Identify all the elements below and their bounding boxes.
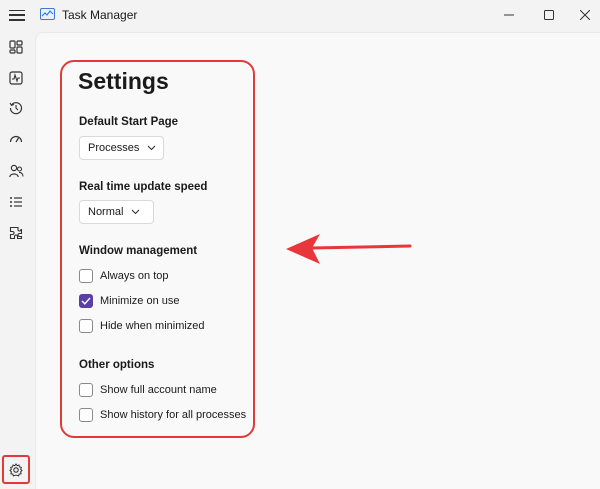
- users-icon: [8, 164, 24, 178]
- show-history-all-processes-option[interactable]: Show history for all processes: [79, 406, 246, 424]
- sidebar-item-details[interactable]: [6, 192, 26, 212]
- chevron-down-icon: [131, 209, 140, 215]
- always-on-top-label: Always on top: [100, 270, 169, 282]
- close-button[interactable]: [562, 0, 600, 30]
- always-on-top-option[interactable]: Always on top: [79, 267, 168, 285]
- update-speed-dropdown[interactable]: Normal: [79, 200, 154, 224]
- show-history-all-processes-label: Show history for all processes: [100, 409, 247, 421]
- sidebar-item-settings[interactable]: [2, 455, 30, 484]
- sidebar-item-app-history[interactable]: [6, 98, 26, 118]
- chevron-down-icon: [147, 145, 156, 151]
- other-options-label: Other options: [79, 359, 155, 371]
- app-history-icon: [9, 102, 23, 115]
- hide-when-minimized-option[interactable]: Hide when minimized: [79, 317, 205, 335]
- window-title: Task Manager: [62, 8, 138, 22]
- window-management-label: Window management: [79, 245, 198, 257]
- show-history-all-processes-checkbox[interactable]: [79, 408, 93, 422]
- show-full-account-name-checkbox[interactable]: [79, 383, 93, 397]
- sidebar-item-services[interactable]: [6, 223, 26, 243]
- default-start-page-label: Default Start Page: [79, 116, 179, 128]
- show-full-account-name-label: Show full account name: [100, 384, 217, 396]
- minimize-on-use-option[interactable]: Minimize on use: [79, 292, 179, 310]
- task-manager-app-icon: [40, 8, 55, 20]
- annotation-arrow-icon: [286, 234, 412, 264]
- gear-icon: [9, 462, 23, 477]
- sidebar-item-users[interactable]: [6, 161, 26, 181]
- services-icon: [9, 226, 23, 240]
- startup-apps-icon: [9, 135, 23, 143]
- hide-when-minimized-label: Hide when minimized: [100, 320, 205, 332]
- close-icon: [580, 10, 590, 20]
- hide-when-minimized-checkbox[interactable]: [79, 319, 93, 333]
- minimize-on-use-checkbox[interactable]: [79, 294, 93, 308]
- performance-icon: [9, 71, 23, 85]
- sidebar-item-startup-apps[interactable]: [6, 130, 26, 150]
- sidebar-item-performance[interactable]: [6, 68, 26, 88]
- update-speed-value: Normal: [88, 206, 124, 218]
- page-title: Settings: [78, 68, 169, 94]
- default-start-page-value: Processes: [88, 142, 140, 154]
- always-on-top-checkbox[interactable]: [79, 269, 93, 283]
- maximize-icon: [544, 10, 554, 20]
- minimize-icon: [504, 14, 514, 16]
- details-icon: [10, 197, 22, 207]
- default-start-page-dropdown[interactable]: Processes: [79, 136, 164, 160]
- update-speed-label: Real time update speed: [79, 181, 208, 193]
- hamburger-menu-icon[interactable]: [8, 6, 26, 24]
- sidebar: [0, 32, 34, 489]
- processes-icon: [9, 40, 23, 54]
- checkmark-icon: [81, 297, 91, 305]
- title-bar: Task Manager: [0, 0, 600, 32]
- sidebar-item-processes[interactable]: [6, 37, 26, 57]
- minimize-on-use-label: Minimize on use: [100, 295, 180, 307]
- show-full-account-name-option[interactable]: Show full account name: [79, 381, 217, 399]
